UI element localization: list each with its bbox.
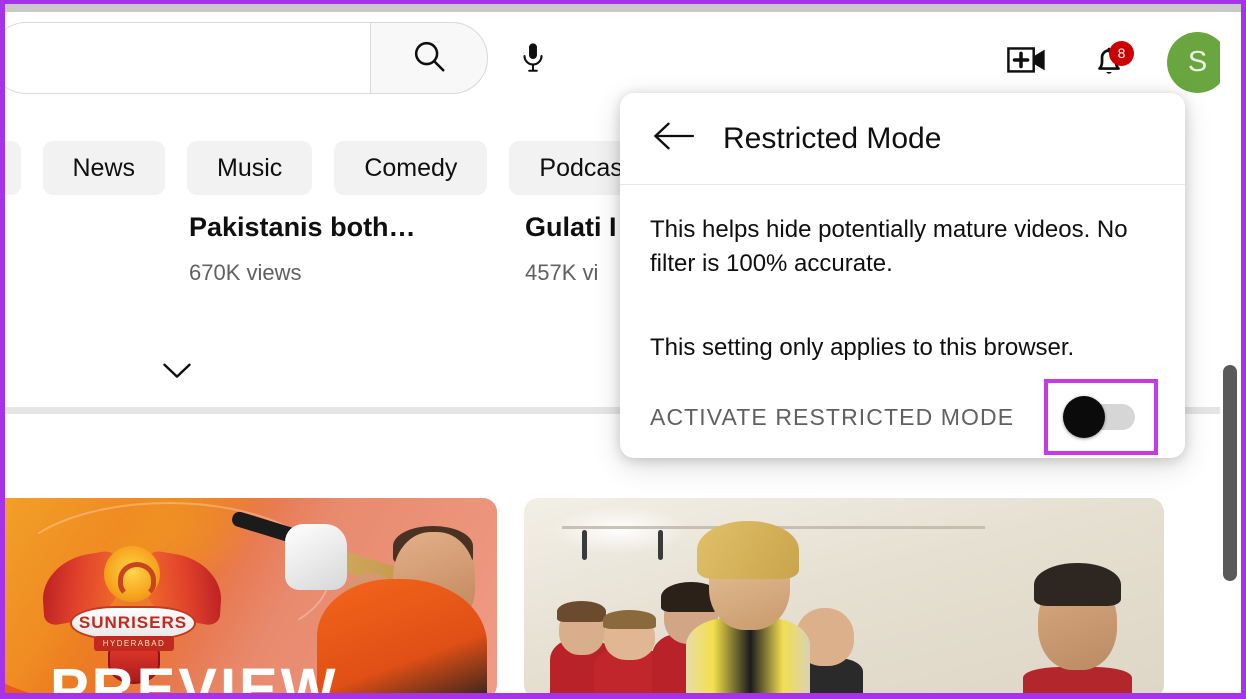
chevron-down-icon [162, 361, 192, 386]
panel-title: Restricted Mode [723, 121, 942, 155]
page-scrollbar-track[interactable] [1220, 12, 1241, 693]
logo-sun [104, 546, 160, 602]
search-icon [410, 37, 448, 80]
coat-hook [658, 530, 664, 561]
chip-label: News [72, 153, 136, 182]
panel-body: This helps hide potentially mature video… [620, 185, 1185, 365]
thumbnail-overlay-text: PREVIEW [50, 657, 339, 699]
player-hair [1034, 562, 1122, 607]
logo-team-name: SUNRISERS [70, 606, 196, 640]
video-views: 670K views [189, 260, 302, 285]
annotation-border-right [1241, 0, 1246, 699]
panel-description-secondary: This setting only applies to this browse… [650, 334, 1075, 362]
player-shirt [686, 617, 810, 699]
chip-comedy[interactable]: Comedy [334, 141, 488, 195]
video-title[interactable]: Pakistanis both… [189, 212, 416, 243]
cricket-preview-thumbnail[interactable]: SUNRISERS HYDERABAD PREVIEW [0, 498, 497, 699]
avatar[interactable]: S [1167, 32, 1228, 93]
youtube-restricted-mode-screenshot: 8 S s News Music Comedy Podcas Pakistani… [0, 0, 1246, 699]
masthead-actions: 8 S [1003, 32, 1228, 93]
restricted-mode-toggle-row: ACTIVATE RESTRICTED MODE [650, 379, 1165, 455]
chip-partial[interactable]: s [0, 141, 21, 195]
panel-header: Restricted Mode [620, 93, 1185, 185]
clipped-text-fragment: , [0, 290, 7, 315]
avatar-initial: S [1187, 46, 1208, 78]
page-scrollbar-thumb[interactable] [1223, 365, 1237, 581]
chip-label: Podcas [539, 153, 623, 182]
back-arrow-icon [652, 120, 696, 157]
notification-badge: 8 [1109, 40, 1134, 66]
search-button[interactable] [370, 22, 488, 94]
chip-label: Comedy [364, 153, 458, 182]
browser-toolbar-sliver [5, 4, 1241, 12]
restricted-mode-panel: Restricted Mode This helps hide potentia… [620, 93, 1185, 458]
notifications-button[interactable]: 8 [1085, 39, 1134, 87]
create-video-icon [1007, 40, 1047, 85]
player-hair [697, 521, 799, 580]
logo-team-city: HYDERABAD [94, 636, 174, 651]
video-views: 457K vi [525, 260, 599, 285]
youtube-masthead: 8 S [0, 12, 1241, 98]
search-input[interactable] [19, 45, 370, 71]
expand-shelf-button[interactable] [157, 358, 197, 388]
voice-search-button[interactable] [513, 39, 553, 79]
batting-glove [285, 524, 347, 590]
coat-hook [581, 530, 587, 561]
back-button[interactable] [647, 112, 701, 166]
microphone-icon [516, 40, 550, 79]
toggle-knob[interactable] [1063, 396, 1105, 438]
create-button[interactable] [1003, 39, 1051, 87]
toggle-highlight-box [1044, 379, 1158, 455]
player-shirt [1023, 667, 1132, 699]
search-bar[interactable] [0, 22, 488, 94]
chip-music[interactable]: Music [187, 141, 313, 195]
chip-label: Music [217, 153, 283, 182]
restricted-mode-toggle-label: ACTIVATE RESTRICTED MODE [650, 403, 1015, 430]
player-foreground-blonde [678, 506, 819, 699]
search-input-container[interactable] [0, 22, 370, 94]
video-card-2[interactable]: Gulati I 457K vi [525, 212, 617, 286]
ceiling-light [549, 506, 691, 555]
video-card-1[interactable]: Pakistanis both… 670K views [189, 212, 416, 286]
player-hair [602, 610, 657, 629]
chip-news[interactable]: News [42, 141, 166, 195]
thumbnail-row: SUNRISERS HYDERABAD PREVIEW [0, 498, 1241, 699]
football-dressing-room-thumbnail[interactable] [524, 498, 1164, 699]
player-foreground-right [1023, 554, 1132, 699]
player-torso [317, 579, 487, 699]
panel-description-primary: This helps hide potentially mature video… [650, 216, 1128, 278]
restricted-mode-toggle[interactable] [1063, 396, 1135, 438]
video-title[interactable]: Gulati I [525, 212, 617, 243]
sunrisers-logo: SUNRISERS HYDERABAD [40, 544, 224, 684]
